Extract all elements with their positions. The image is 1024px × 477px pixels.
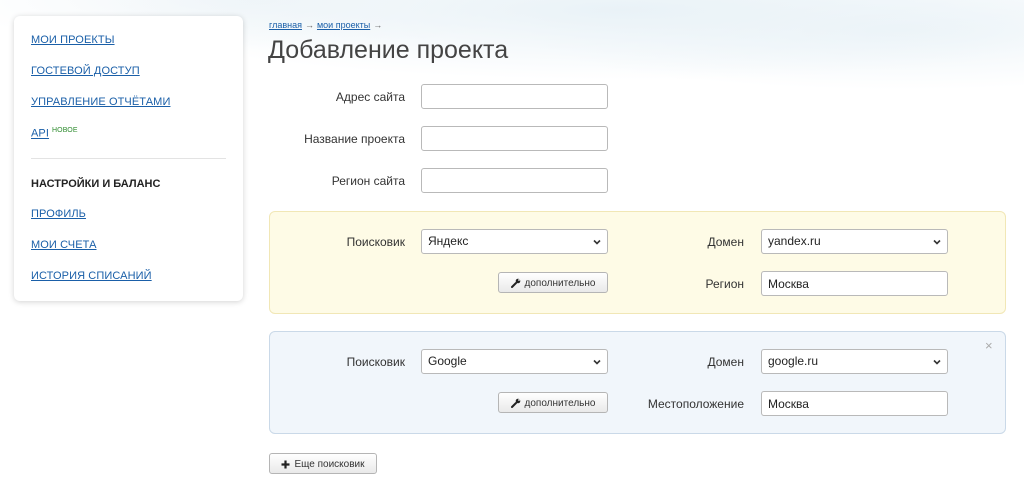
engine-label: Поисковик [346,355,405,369]
project-name-label: Название проекта [304,132,405,146]
domain-select-yandex[interactable]: yandex.ru [761,229,948,254]
close-icon[interactable]: × [985,338,993,353]
sidebar-link-profile[interactable]: ПРОФИЛЬ [31,208,86,220]
engine-select-value: Яндекс [428,234,469,248]
engine-select-yandex[interactable]: Яндекс [421,229,608,254]
project-name-input[interactable] [421,126,608,151]
sidebar-link-my-invoices[interactable]: МОИ СЧЕТА [31,239,97,251]
engine-label: Поисковик [346,235,405,249]
add-search-engine-label: Еще поисковик [294,459,365,470]
domain-label: Домен [707,355,745,369]
site-region-label: Регион сайта [331,174,405,188]
domain-label: Домен [707,235,745,249]
chevron-down-icon [593,239,601,245]
sidebar-link-guest-access[interactable]: ГОСТЕВОЙ ДОСТУП [31,65,140,77]
site-address-input[interactable] [421,84,608,109]
location-input-google[interactable] [761,391,948,416]
chevron-down-icon [933,359,941,365]
plus-icon [281,460,290,469]
sidebar-link-my-projects[interactable]: МОИ ПРОЕКТЫ [31,34,115,46]
sidebar-item-api: API НОВОЕ [31,127,78,140]
advanced-button-google[interactable]: дополнительно [498,392,608,413]
advanced-button-yandex[interactable]: дополнительно [498,272,608,293]
region-label: Регион [705,277,744,291]
site-region-input[interactable] [421,168,608,193]
breadcrumb-arrow: → [373,20,383,30]
breadcrumb-arrow: → [304,20,314,30]
sidebar-link-reports[interactable]: УПРАВЛЕНИЕ ОТЧЁТАМИ [31,96,170,108]
location-label: Местоположение [647,397,744,411]
breadcrumb-my-projects[interactable]: мои проекты [317,20,370,30]
engine-select-google[interactable]: Google [421,349,608,374]
wrench-icon [510,399,520,409]
breadcrumb-home[interactable]: главная [269,20,302,30]
advanced-button-label: дополнительно [524,398,596,409]
advanced-button-label: дополнительно [524,278,596,289]
sidebar-section-title: НАСТРОЙКИ И БАЛАНС [31,178,161,190]
domain-select-value: google.ru [768,354,819,368]
region-input-yandex[interactable] [761,271,948,296]
sidebar-divider [31,158,226,159]
sidebar: МОИ ПРОЕКТЫ ГОСТЕВОЙ ДОСТУП УПРАВЛЕНИЕ О… [14,16,243,301]
domain-select-value: yandex.ru [768,234,821,248]
breadcrumb: главная → мои проекты → [269,20,385,30]
site-address-label: Адрес сайта [335,90,405,104]
search-engine-panel-yandex [269,211,1006,314]
domain-select-google[interactable]: google.ru [761,349,948,374]
wrench-icon [510,279,520,289]
sidebar-link-charge-history[interactable]: ИСТОРИЯ СПИСАНИЙ [31,270,152,282]
add-search-engine-button[interactable]: Еще поисковик [269,453,377,474]
chevron-down-icon [593,359,601,365]
new-badge: НОВОЕ [52,127,78,134]
sidebar-link-api[interactable]: API [31,128,49,140]
page-title: Добавление проекта [268,36,509,64]
search-engine-panel-google [269,331,1006,434]
chevron-down-icon [933,239,941,245]
engine-select-value: Google [428,354,467,368]
